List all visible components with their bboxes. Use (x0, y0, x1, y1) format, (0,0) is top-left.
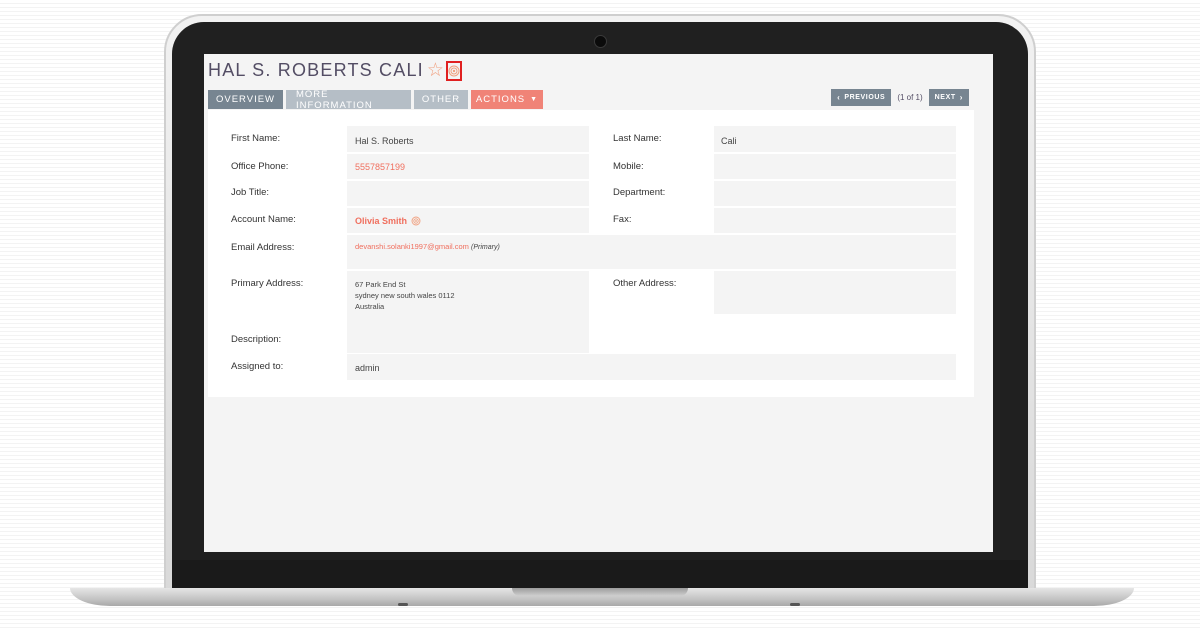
department-label: Department: (613, 187, 666, 198)
camera-icon (594, 35, 607, 48)
previous-button[interactable]: ‹ PREVIOUS (831, 89, 892, 106)
primary-address-value: 67 Park End St sydney new south wales 01… (355, 279, 455, 312)
eye-icon[interactable] (411, 216, 421, 226)
highlight-box (445, 60, 462, 81)
last-name-field (714, 126, 956, 152)
fax-field (714, 208, 956, 233)
laptop-foot-left (398, 603, 408, 606)
address-line-2: sydney new south wales 0112 (355, 291, 455, 300)
assigned-to-label: Assigned to: (231, 361, 284, 372)
mobile-field (714, 154, 956, 179)
laptop-foot-right (790, 603, 800, 606)
description-label: Description: (231, 334, 282, 345)
office-phone-label: Office Phone: (231, 161, 289, 172)
next-label: NEXT (934, 94, 956, 101)
tab-bar: OVERVIEW MORE INFORMATION OTHER ACTIONS … (208, 89, 546, 111)
address-line-1: 67 Park End St (355, 280, 406, 289)
laptop-base-lip (172, 560, 1028, 588)
other-address-field (714, 271, 956, 314)
chevron-right-icon: › (959, 93, 963, 102)
chevron-left-icon: ‹ (837, 93, 841, 102)
screen: HAL S. ROBERTS CALI ☆ OVERVIEW MORE INFO… (204, 54, 993, 552)
eye-icon[interactable] (448, 65, 460, 77)
caret-down-icon: ▼ (530, 96, 539, 103)
fax-label: Fax: (613, 214, 632, 225)
job-title-label: Job Title: (231, 187, 270, 198)
assigned-to-value: admin (355, 363, 380, 373)
laptop-hinge-notch (512, 588, 688, 596)
star-outline-icon[interactable]: ☆ (427, 61, 444, 80)
detail-panel: First Name: Hal S. Roberts Last Name: Ca… (208, 110, 974, 397)
title-row: HAL S. ROBERTS CALI ☆ (208, 60, 462, 81)
email-primary-tag: (Primary) (471, 244, 500, 251)
job-title-field (347, 181, 589, 206)
other-address-label: Other Address: (613, 278, 677, 289)
first-name-label: First Name: (231, 133, 281, 144)
email-field (347, 235, 956, 269)
actions-label: ACTIONS (475, 94, 526, 105)
email-link[interactable]: devanshi.solanki1997@gmail.com (355, 242, 469, 251)
tab-overview[interactable]: OVERVIEW (208, 90, 283, 109)
page-title: HAL S. ROBERTS CALI (208, 60, 424, 80)
pager: ‹ PREVIOUS (1 of 1) NEXT › (831, 89, 969, 106)
tab-more-information[interactable]: MORE INFORMATION (286, 89, 411, 111)
department-field (714, 181, 956, 206)
primary-address-label: Primary Address: (231, 278, 304, 289)
email-label: Email Address: (231, 242, 295, 253)
previous-label: PREVIOUS (844, 94, 886, 101)
account-name-link[interactable]: Olivia Smith (355, 216, 407, 226)
assigned-to-field (347, 354, 956, 380)
tab-actions[interactable]: ACTIONS ▼ (471, 90, 543, 109)
pager-count: (1 of 1) (897, 93, 923, 102)
address-line-3: Australia (355, 302, 385, 311)
first-name-value: Hal S. Roberts (355, 136, 414, 146)
tab-other[interactable]: OTHER (414, 90, 468, 109)
last-name-value: Cali (721, 136, 737, 146)
account-name-label: Account Name: (231, 214, 296, 225)
last-name-label: Last Name: (613, 133, 662, 144)
mobile-label: Mobile: (613, 161, 644, 172)
email-line: devanshi.solanki1997@gmail.com (Primary) (355, 242, 500, 251)
office-phone-link[interactable]: 5557857199 (355, 162, 405, 172)
next-button[interactable]: NEXT › (928, 89, 969, 106)
